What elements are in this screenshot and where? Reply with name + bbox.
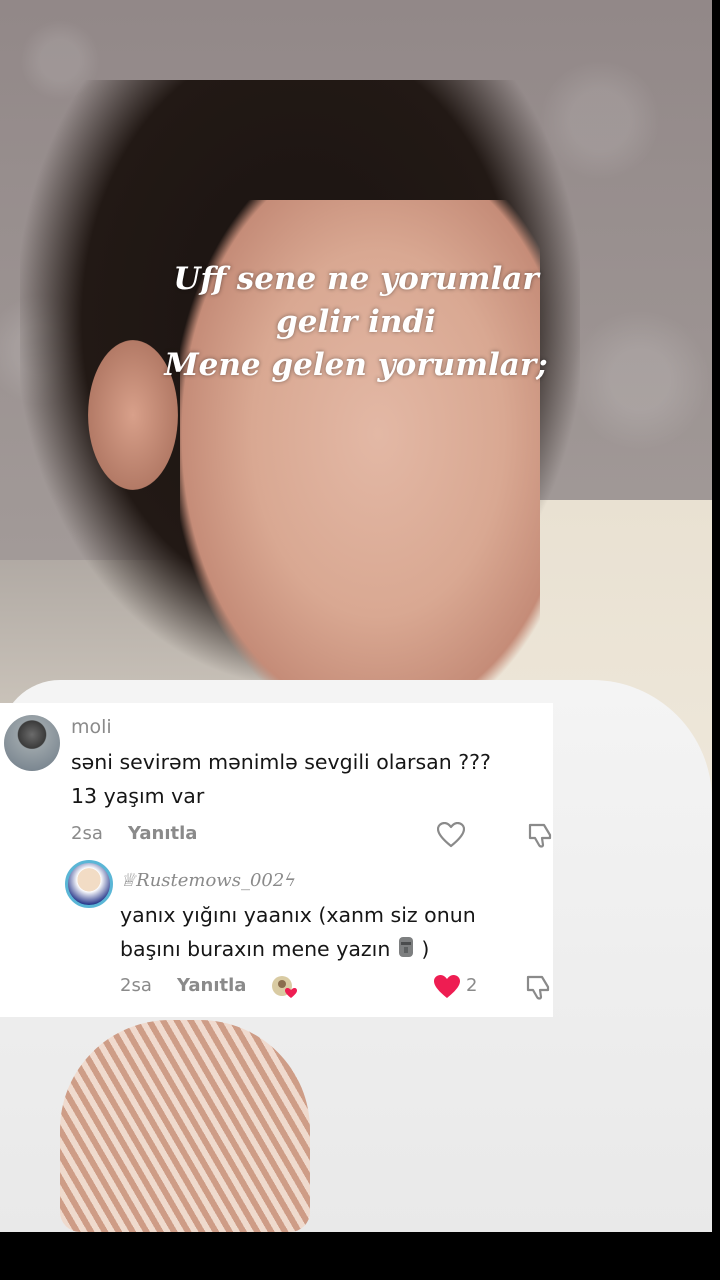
reply-text-line-1: yanıx yığını yaanıx (xanm siz onun — [120, 903, 476, 927]
shirt-print — [60, 1020, 310, 1232]
comment-timestamp: 2sa — [71, 823, 103, 844]
caption-line-2: gelir indi — [276, 304, 436, 340]
comment-username[interactable]: moli — [71, 716, 112, 738]
moai-emoji-icon — [398, 937, 413, 957]
comment-text-line-2: 13 yaşım var — [71, 784, 205, 808]
dislike-icon[interactable] — [526, 821, 554, 849]
creator-liked-icon — [272, 976, 297, 998]
reply-avatar[interactable] — [65, 860, 113, 908]
reply-text-suffix: ) — [421, 937, 430, 961]
reply-text-line-2-text: başını buraxın mene yazın — [120, 937, 391, 961]
caption-line-1: Uff sene ne yorumlar — [173, 261, 539, 297]
reply-username[interactable]: ♕Rustemows_002ϟ — [120, 870, 296, 891]
reply-button[interactable]: Yanıtla — [128, 823, 197, 844]
dislike-icon[interactable] — [524, 973, 552, 1001]
comment-text: səni sevirəm mənimlə sevgili olarsan ???… — [71, 745, 551, 813]
video-background — [0, 0, 712, 1232]
video-caption: Uff sene ne yorumlar gelir indi Mene gel… — [0, 258, 712, 387]
heart-filled-icon[interactable] — [433, 974, 461, 1000]
comment-card: moli səni sevirəm mənimlə sevgili olarsa… — [0, 703, 553, 1017]
avatar[interactable] — [4, 715, 60, 771]
comment-text-line-1: səni sevirəm mənimlə sevgili olarsan ??? — [71, 750, 491, 774]
reply-text-line-2: başını buraxın mene yazın ) — [120, 932, 540, 966]
heart-outline-icon[interactable] — [437, 822, 465, 848]
reply-reply-button[interactable]: Yanıtla — [177, 975, 246, 996]
caption-line-3: Mene gelen yorumlar; — [164, 347, 548, 383]
reply-timestamp: 2sa — [120, 975, 152, 996]
reply-text: yanıx yığını yaanıx (xanm siz onun başın… — [120, 898, 540, 966]
like-count: 2 — [466, 975, 478, 996]
